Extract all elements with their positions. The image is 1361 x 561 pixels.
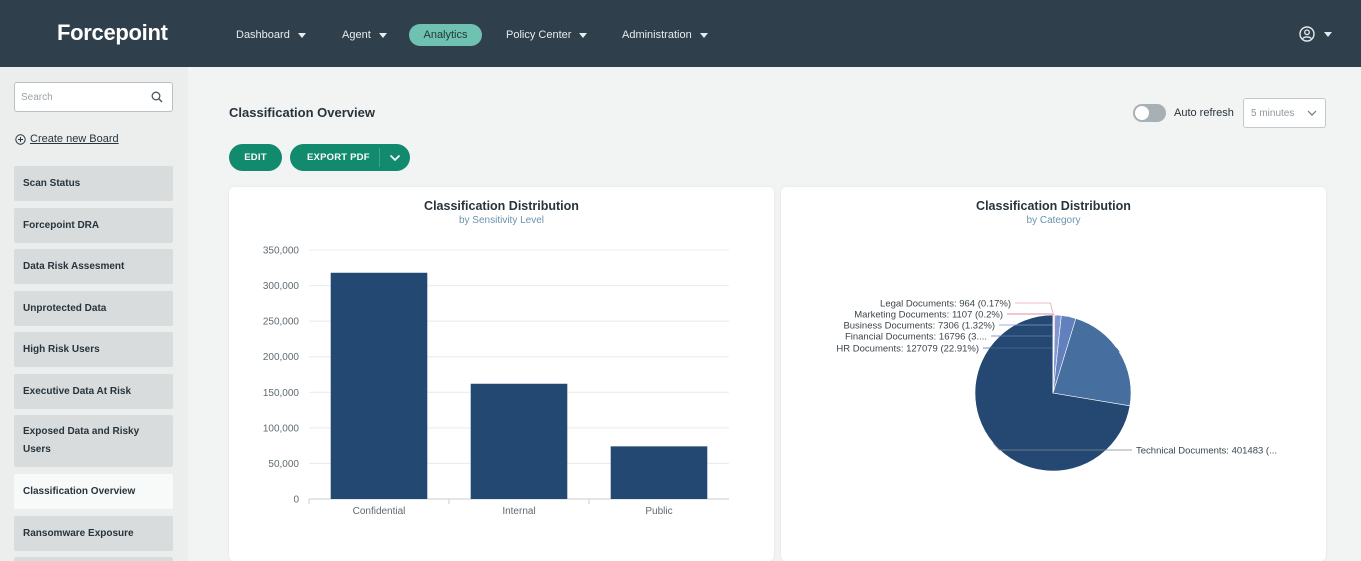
- toggle-knob: [1135, 106, 1149, 120]
- nav-agent-label: Agent: [342, 29, 371, 41]
- pie-chart: Technical Documents: 401483 (... HR Docum…: [836, 299, 1277, 472]
- sidebar-item-label: Executive Data At Risk: [23, 385, 132, 397]
- forcepoint-logo[interactable]: Forcepoint: [57, 20, 168, 46]
- sidebar: Create new Board Scan Status Forcepoint …: [0, 67, 188, 561]
- chevron-down-icon: [1307, 110, 1317, 116]
- y-tick-label: 300,000: [263, 281, 300, 292]
- sidebar-item-scan-status[interactable]: Scan Status: [14, 166, 173, 201]
- y-tick-label: 0: [293, 495, 299, 506]
- user-circle-icon[interactable]: [1299, 26, 1315, 42]
- pie-label: Legal Documents: 964 (0.17%): [880, 299, 1011, 310]
- nav-analytics[interactable]: Analytics: [409, 24, 482, 46]
- sidebar-item-unprotected-data[interactable]: Unprotected Data: [14, 291, 173, 326]
- x-tick-label: Public: [645, 506, 672, 517]
- sidebar-item-high-risk-users[interactable]: High Risk Users: [14, 332, 173, 367]
- sidebar-item-executive-data-at-risk[interactable]: Executive Data At Risk: [14, 374, 173, 409]
- pie-leader-line: [1015, 302, 1054, 316]
- button-divider: [379, 148, 380, 167]
- sidebar-item-exposed-data-and-risky-users[interactable]: Exposed Data and Risky Users: [14, 415, 173, 467]
- chevron-down-icon[interactable]: [389, 154, 401, 162]
- pie-chart-card: Classification Distribution by Category …: [781, 187, 1326, 561]
- pie-leader-line: [1007, 313, 1055, 316]
- bar[interactable]: [470, 383, 568, 499]
- auto-refresh-label: Auto refresh: [1174, 107, 1234, 119]
- nav-analytics-label: Analytics: [423, 29, 468, 41]
- caret-down-icon: [699, 32, 708, 38]
- user-menu-caret-icon[interactable]: [1324, 32, 1332, 37]
- x-tick-label: Internal: [502, 506, 535, 517]
- sidebar-item-label: Forcepoint DRA: [23, 219, 100, 231]
- nav-agent[interactable]: Agent: [342, 24, 387, 46]
- y-tick-label: 150,000: [263, 388, 300, 399]
- pie-label: HR Documents: 127079 (22.91%): [836, 344, 979, 355]
- refresh-interval-value: 5 minutes: [1251, 107, 1295, 119]
- pie-label: Marketing Documents: 1107 (0.2%): [854, 310, 1003, 321]
- y-tick-label: 200,000: [263, 352, 300, 363]
- sidebar-item-label: Exposed Data and Risky Users: [23, 426, 140, 455]
- pie-label: Technical Documents: 401483 (...: [1136, 446, 1277, 457]
- sidebar-item-partial[interactable]: [14, 557, 173, 561]
- nav-administration[interactable]: Administration: [622, 24, 708, 46]
- plus-circle-icon: [15, 133, 26, 145]
- export-pdf-label: EXPORT PDF: [307, 152, 370, 163]
- refresh-interval-select[interactable]: 5 minutes: [1243, 98, 1326, 128]
- caret-down-icon: [297, 32, 306, 38]
- sidebar-item-label: Unprotected Data: [23, 302, 107, 314]
- bar-chart-card: Classification Distribution by Sensitivi…: [229, 187, 774, 561]
- top-navbar: Forcepoint Dashboard Agent Analytics Pol…: [0, 0, 1361, 67]
- sidebar-item-label: Classification Overview: [23, 485, 136, 497]
- search-icon[interactable]: [151, 91, 163, 103]
- sidebar-item-label: Ransomware Exposure: [23, 527, 134, 539]
- nav-policy-center[interactable]: Policy Center: [506, 24, 588, 46]
- caret-down-icon: [579, 32, 588, 38]
- sidebar-item-classification-overview[interactable]: Classification Overview: [14, 474, 173, 509]
- pie-label: Business Documents: 7306 (1.32%): [843, 321, 995, 332]
- sidebar-item-forcepoint-dra[interactable]: Forcepoint DRA: [14, 208, 173, 243]
- bar-chart: 0 50,000 100,000 150,000 200,000 250,000 300,0…: [263, 246, 729, 517]
- sidebar-item-ransomware-exposure[interactable]: Ransomware Exposure: [14, 516, 173, 551]
- search-input[interactable]: [21, 89, 141, 106]
- pie-label: Financial Documents: 16796 (3....: [845, 332, 987, 343]
- nav-dashboard[interactable]: Dashboard: [236, 24, 306, 46]
- edit-button[interactable]: EDIT: [229, 144, 282, 171]
- nav-policy-center-label: Policy Center: [506, 29, 572, 41]
- page-title: Classification Overview: [229, 105, 375, 120]
- caret-down-icon: [378, 32, 387, 38]
- sidebar-item-label: Data Risk Assesment: [23, 260, 125, 272]
- auto-refresh-toggle[interactable]: [1133, 104, 1166, 122]
- y-tick-label: 250,000: [263, 317, 300, 328]
- bar[interactable]: [610, 446, 708, 499]
- sidebar-search: [14, 82, 173, 112]
- sidebar-item-label: Scan Status: [23, 177, 81, 189]
- create-board-link[interactable]: Create new Board: [15, 133, 119, 145]
- x-tick-label: Confidential: [353, 506, 406, 517]
- y-tick-label: 350,000: [263, 246, 300, 257]
- nav-dashboard-label: Dashboard: [236, 29, 290, 41]
- edit-button-label: EDIT: [244, 152, 267, 163]
- sidebar-item-label: High Risk Users: [23, 343, 100, 355]
- create-board-label: Create new Board: [30, 133, 119, 145]
- export-pdf-button[interactable]: EXPORT PDF: [290, 144, 410, 171]
- y-tick-label: 50,000: [268, 459, 299, 470]
- y-tick-label: 100,000: [263, 423, 300, 434]
- nav-administration-label: Administration: [622, 29, 692, 41]
- sidebar-item-data-risk-assesment[interactable]: Data Risk Assesment: [14, 249, 173, 284]
- bar[interactable]: [330, 272, 428, 499]
